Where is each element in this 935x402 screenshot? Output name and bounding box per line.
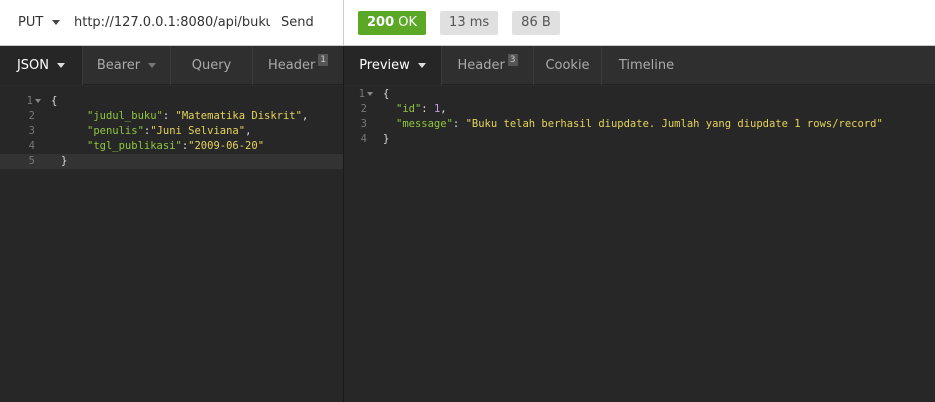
json-key: "message" xyxy=(396,118,453,130)
tab-label: Bearer xyxy=(96,57,141,73)
line-number: 3 xyxy=(360,118,367,130)
chevron-down-icon xyxy=(57,62,66,68)
fold-icon[interactable] xyxy=(35,99,41,103)
code-area[interactable]: 1 { 2 "judul_buku": "Matematika Diskrit"… xyxy=(0,94,343,169)
tab-label: Query xyxy=(191,57,232,73)
request-tabs: JSON Bearer Query Header 1 xyxy=(0,45,343,85)
brace: { xyxy=(51,95,58,107)
json-key: "judul_buku" xyxy=(87,110,163,122)
header-count-badge: 3 xyxy=(507,54,518,66)
brace: } xyxy=(61,155,68,167)
request-bar: PUT http://127.0.0.1:8080/api/buku/1 Sen… xyxy=(0,0,343,46)
response-preview[interactable]: 1 { 2 "id": 1, 3 "message": "Buku telah … xyxy=(344,86,935,402)
method-label: PUT xyxy=(18,15,44,30)
line-number: 2 xyxy=(360,103,367,115)
request-body-editor[interactable]: 1 { 2 "judul_buku": "Matematika Diskrit"… xyxy=(0,86,343,402)
header-count-badge: 1 xyxy=(318,54,329,66)
tab-label: JSON xyxy=(16,57,50,73)
code-line: 2 "judul_buku": "Matematika Diskrit", xyxy=(28,110,309,122)
method-dropdown[interactable]: PUT xyxy=(0,15,66,30)
chevron-down-icon xyxy=(148,62,157,68)
code-line-current: 5 } xyxy=(0,154,343,169)
json-value: "Buku telah berhasil diupdate. Jumlah ya… xyxy=(465,118,883,130)
code-line: 4 "tgl_publikasi": "2009-06-20" xyxy=(28,140,265,152)
json-value: "Matematika Diskrit" xyxy=(175,110,302,122)
response-time-badge: 13 ms xyxy=(440,10,499,35)
line-number: 1 xyxy=(26,95,33,107)
tab-label: Cookie xyxy=(545,57,590,73)
chevron-down-icon xyxy=(52,20,61,25)
brace: { xyxy=(383,88,390,100)
tab-label: Timeline xyxy=(618,57,675,73)
line-number: 4 xyxy=(360,133,367,145)
tab-json[interactable]: JSON xyxy=(0,45,83,85)
chevron-down-icon xyxy=(417,62,426,68)
json-value: "2009-06-20" xyxy=(188,140,265,152)
response-tabs: Preview Header 3 Cookie Timeline xyxy=(344,45,935,85)
code-line: 1 { xyxy=(332,87,923,102)
code-line: 3 "message": "Buku telah berhasil diupda… xyxy=(360,118,883,130)
response-status-bar: 200 OK 13 ms 86 B xyxy=(344,0,935,46)
url-input[interactable]: http://127.0.0.1:8080/api/buku/1 xyxy=(66,15,270,30)
status-code: 200 xyxy=(367,14,395,30)
send-button[interactable]: Send xyxy=(270,15,314,30)
tab-header[interactable]: Header 1 xyxy=(253,46,343,85)
fold-icon[interactable] xyxy=(367,92,373,96)
line-number: 1 xyxy=(358,88,365,100)
tab-cookie[interactable]: Cookie xyxy=(534,45,602,85)
tab-label: Preview xyxy=(359,57,410,73)
tab-preview[interactable]: Preview xyxy=(344,45,442,85)
tab-label: Header xyxy=(457,57,505,73)
json-value: "Juni Selviana" xyxy=(150,125,246,137)
tab-query[interactable]: Query xyxy=(171,45,253,85)
line-number: 3 xyxy=(28,125,35,137)
code-line: 4 } xyxy=(332,132,923,147)
json-key: "penulis" xyxy=(87,125,144,137)
line-number: 4 xyxy=(28,140,35,152)
code-line: 1 { xyxy=(0,94,343,109)
line-number: 2 xyxy=(28,110,35,122)
json-key: "id" xyxy=(396,103,422,115)
status-text: OK xyxy=(398,14,418,30)
response-size-badge: 86 B xyxy=(512,10,560,35)
status-badge: 200 OK xyxy=(358,10,427,35)
brace: } xyxy=(383,133,390,145)
tab-timeline[interactable]: Timeline xyxy=(602,46,691,85)
json-key: "tgl_publikasi" xyxy=(87,140,182,152)
tab-label: Header xyxy=(267,57,316,73)
code-line: 3 "penulis": "Juni Selviana", xyxy=(28,125,252,137)
code-line: 2 "id": 1, xyxy=(360,103,447,115)
code-area: 1 { 2 "id": 1, 3 "message": "Buku telah … xyxy=(332,87,923,147)
tab-response-header[interactable]: Header 3 xyxy=(442,45,534,85)
line-number: 5 xyxy=(28,155,35,167)
tab-bearer[interactable]: Bearer xyxy=(83,45,171,85)
